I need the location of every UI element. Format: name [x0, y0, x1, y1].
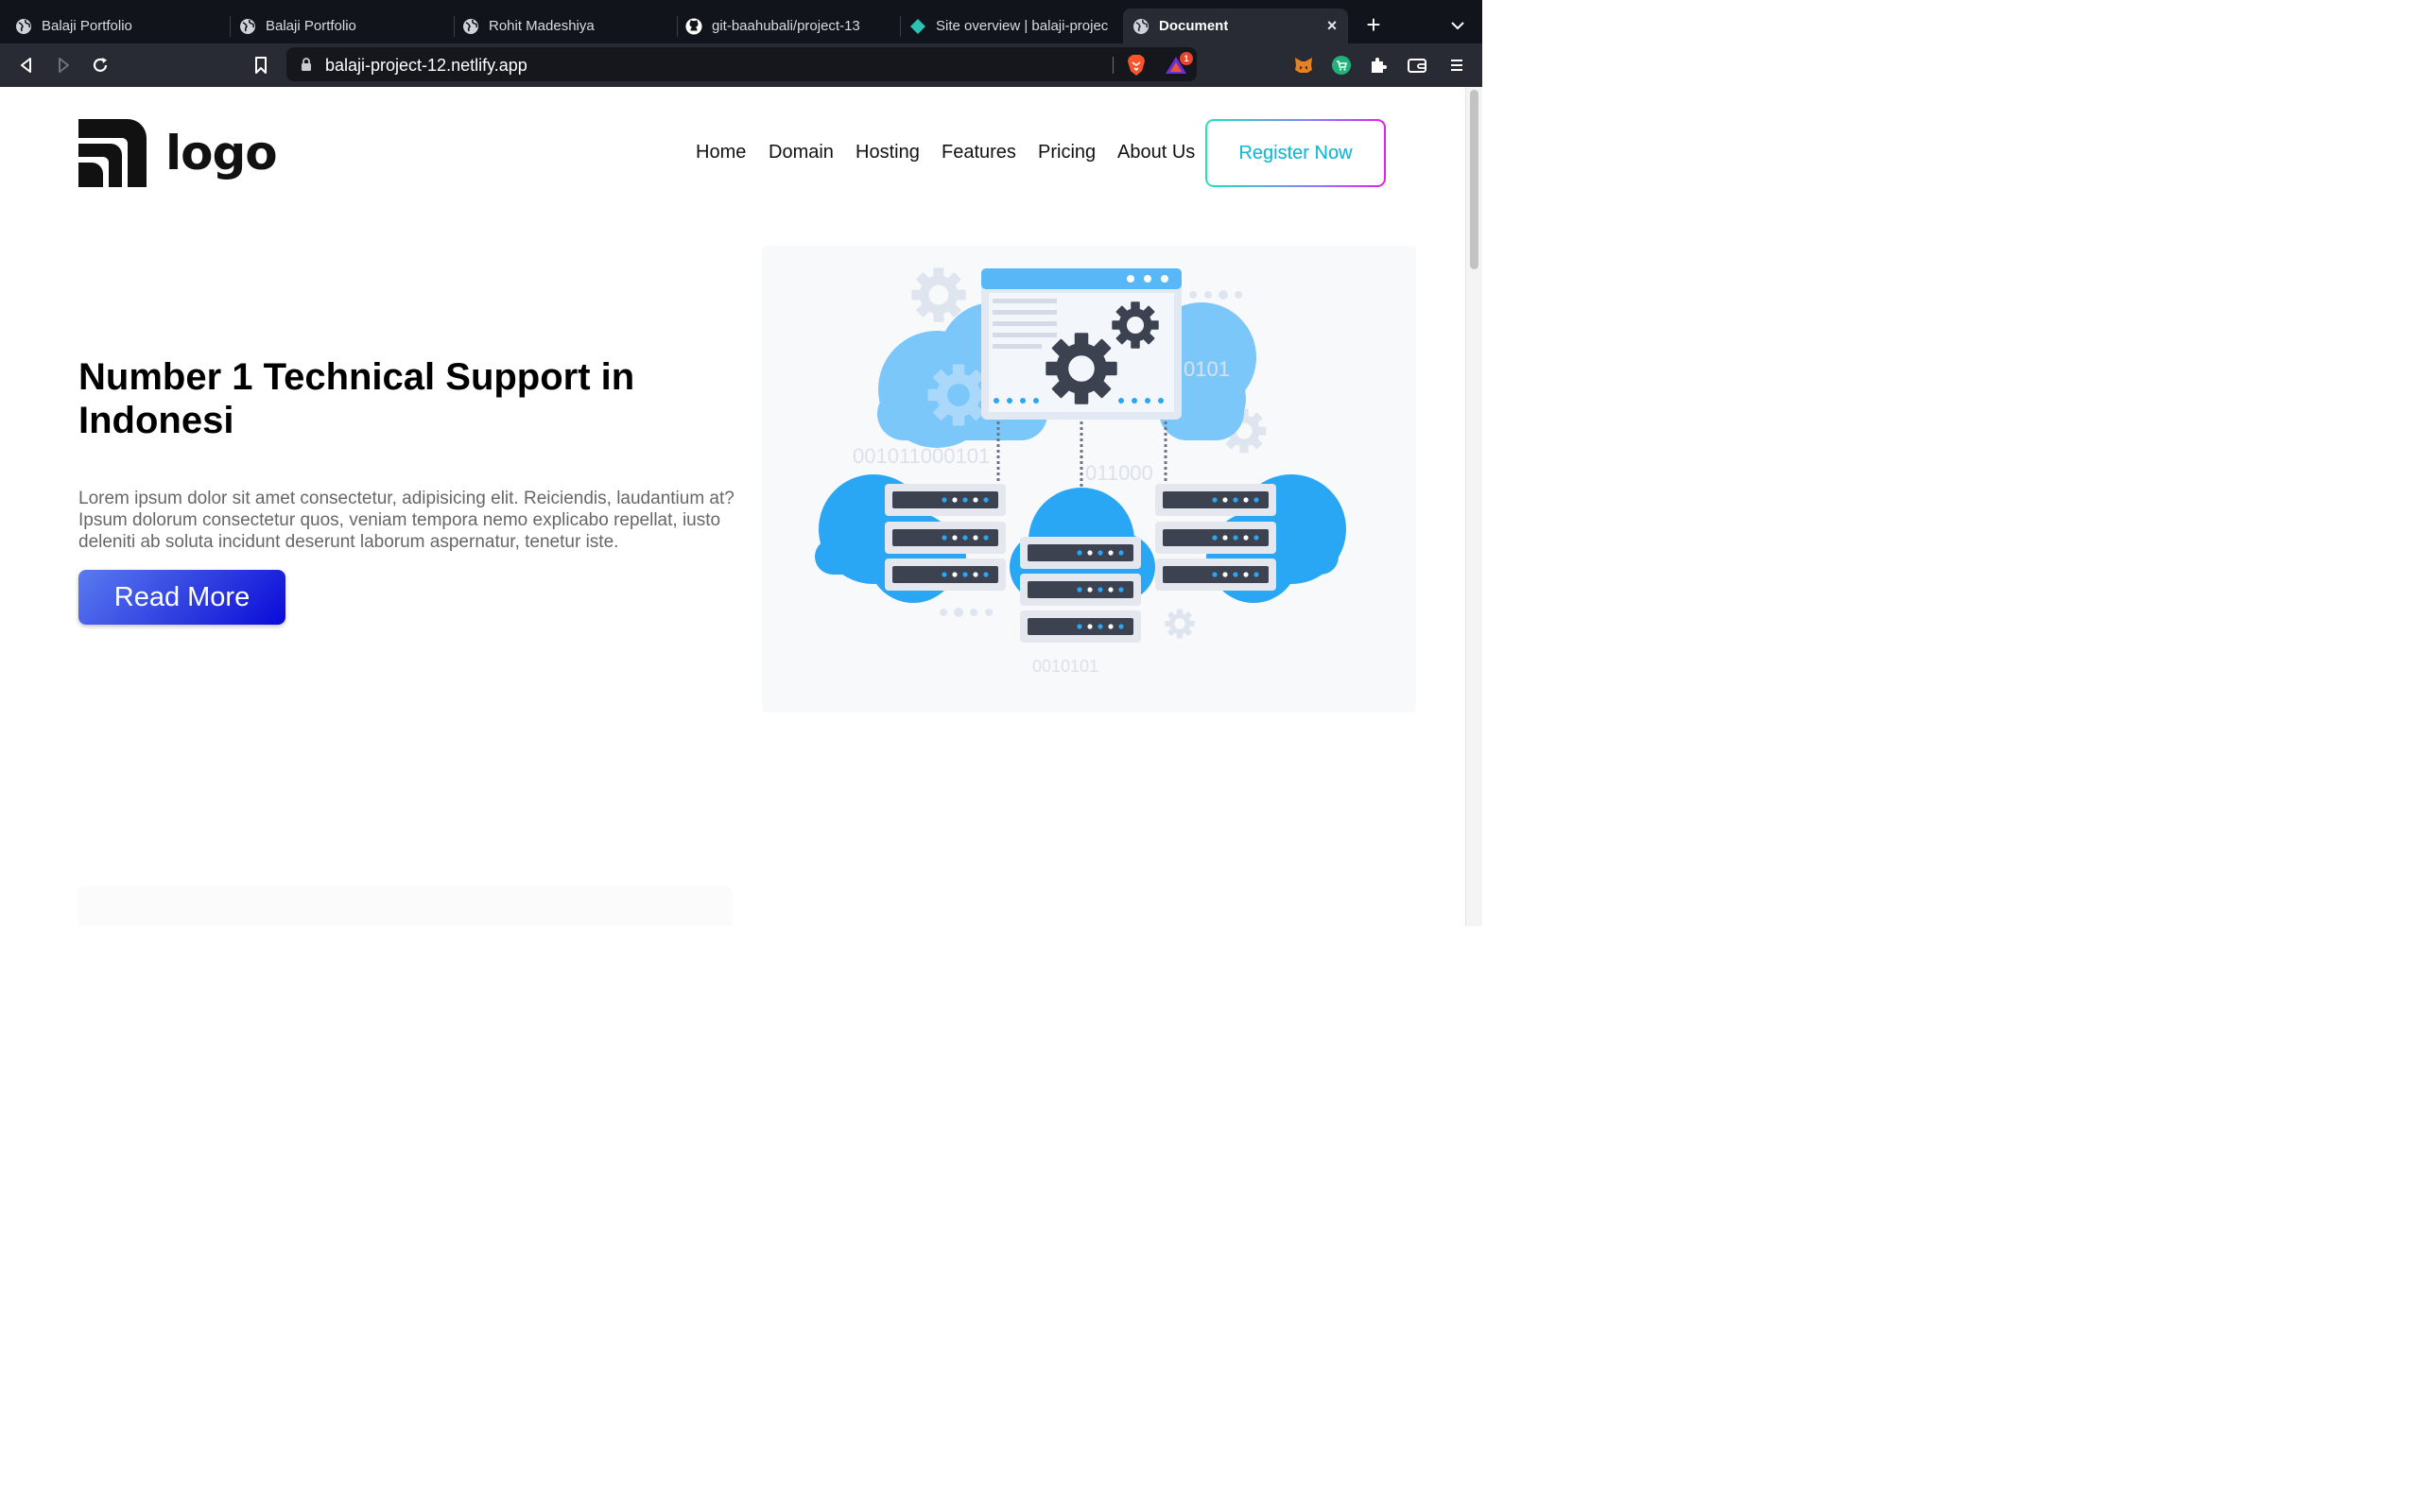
tab-title: Balaji Portfolio [266, 18, 356, 34]
register-now-button[interactable]: Register Now [1205, 119, 1386, 187]
url-divider [1113, 57, 1114, 74]
browser-tab[interactable]: git-baahubali/project-13 [685, 9, 901, 43]
nav-link-domain[interactable]: Domain [769, 142, 834, 163]
back-arrow-icon [21, 58, 31, 73]
logo-text: logo [165, 126, 278, 180]
binary-text-2: 0101 [1184, 357, 1230, 381]
browser-tab[interactable]: Rohit Madeshiya [462, 9, 678, 43]
rewards-badge: 1 [1180, 52, 1193, 65]
close-tab-icon[interactable]: × [1323, 17, 1340, 34]
browser-tab[interactable]: Site overview | balaji-projec [909, 9, 1119, 43]
binary-text-4: 0010101 [1032, 657, 1098, 676]
menu-icon[interactable] [1446, 55, 1467, 76]
reload-icon [93, 58, 108, 72]
lock-icon [302, 58, 311, 71]
new-tab-button[interactable]: + [1361, 12, 1386, 38]
server-rack-right [1155, 484, 1276, 591]
tab-title: Document [1159, 18, 1229, 34]
bookmark-icon [255, 57, 267, 74]
netlify-icon [909, 18, 926, 35]
back-button[interactable] [15, 54, 38, 77]
bookmark-button[interactable] [250, 54, 272, 77]
globe-icon [239, 18, 256, 35]
browser-tab[interactable]: Balaji Portfolio [15, 9, 231, 43]
hero-illustration: 001011000101 0101 011000 0010101 [762, 246, 1416, 713]
tab-title: Balaji Portfolio [42, 18, 132, 34]
browser-window-graphic [981, 268, 1182, 420]
puzzle-icon[interactable] [1368, 55, 1389, 76]
tab-title: Rohit Madeshiya [489, 18, 595, 34]
nav-link-home[interactable]: Home [696, 142, 746, 163]
hero-description: Lorem ipsum dolor sit amet consectetur, … [78, 489, 735, 552]
tab-list-chevron-icon[interactable] [1449, 17, 1466, 34]
web-page: logo Home Domain Hosting Features Pricin… [0, 87, 1465, 926]
tab-title: Site overview | balaji-projec [936, 18, 1109, 34]
github-icon [685, 17, 702, 35]
cloud-server-illustration: 001011000101 0101 011000 0010101 [815, 246, 1346, 676]
globe-icon [15, 18, 32, 35]
logo-mark-icon [78, 119, 147, 187]
forward-arrow-icon [59, 58, 69, 73]
nav-link-pricing[interactable]: Pricing [1038, 142, 1096, 163]
server-rack-center [1020, 537, 1141, 643]
green-extension-icon[interactable] [1331, 55, 1352, 76]
metamask-icon[interactable] [1293, 55, 1314, 76]
browser-tab-bar: Balaji Portfolio Balaji Portfolio Rohit … [0, 0, 1482, 43]
scrollbar-thumb[interactable] [1470, 90, 1478, 269]
nav-link-about-us[interactable]: About Us [1117, 142, 1195, 163]
address-bar[interactable]: balaji-project-12.netlify.app 1 [286, 47, 1197, 81]
browser-tab-active[interactable]: Document × [1123, 9, 1348, 43]
register-now-label: Register Now [1238, 142, 1353, 163]
nav-link-features[interactable]: Features [942, 142, 1016, 163]
browser-tab[interactable]: Balaji Portfolio [239, 9, 455, 43]
globe-icon [462, 18, 479, 35]
brave-shields-icon[interactable] [1126, 54, 1147, 77]
page-scrollbar[interactable] [1465, 87, 1482, 926]
reload-button[interactable] [89, 54, 112, 77]
binary-text-3: 011000 [1085, 461, 1153, 485]
nav-link-hosting[interactable]: Hosting [856, 142, 920, 163]
site-logo[interactable]: logo [78, 119, 278, 187]
tab-title: git-baahubali/project-13 [712, 18, 860, 34]
globe-icon [1132, 18, 1150, 35]
read-more-button[interactable]: Read More [78, 570, 285, 625]
browser-toolbar: balaji-project-12.netlify.app 1 [0, 43, 1482, 87]
hero-title: Number 1 Technical Support in Indonesi [78, 356, 635, 441]
binary-text-1: 001011000101 [853, 444, 990, 468]
forward-button[interactable] [52, 54, 75, 77]
wallet-icon[interactable] [1407, 55, 1427, 76]
content-card [78, 886, 733, 926]
server-rack-left [885, 484, 1006, 591]
url-text: balaji-project-12.netlify.app [325, 56, 527, 75]
